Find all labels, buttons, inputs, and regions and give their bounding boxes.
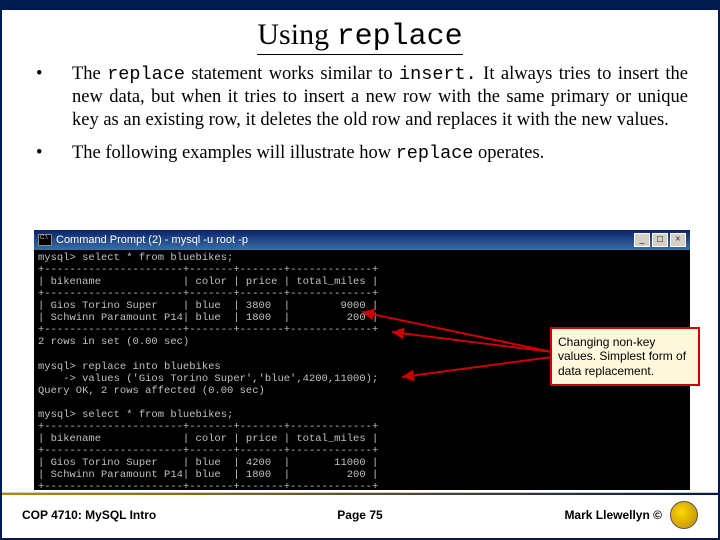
text-mono: insert. bbox=[399, 64, 477, 85]
content-area: • The replace statement works similar to… bbox=[2, 59, 718, 166]
footer-author: Mark Llewellyn © bbox=[564, 508, 662, 522]
bullet-1: • The replace statement works similar to… bbox=[32, 63, 688, 132]
minimize-button[interactable]: _ bbox=[634, 233, 650, 247]
bullet-mark: • bbox=[32, 142, 72, 165]
footer-left: COP 4710: MySQL Intro bbox=[22, 508, 247, 522]
text-frag: statement works similar to bbox=[185, 64, 399, 84]
close-button[interactable]: × bbox=[670, 233, 686, 247]
slide-title: Using replace bbox=[2, 10, 718, 59]
title-text: Using bbox=[257, 18, 336, 51]
title-mono: replace bbox=[337, 20, 463, 54]
text-frag: The bbox=[72, 64, 107, 84]
bullet-2-text: The following examples will illustrate h… bbox=[72, 142, 688, 165]
footer-page: Page 75 bbox=[247, 508, 472, 522]
cmd-icon bbox=[38, 234, 52, 246]
ucf-logo-icon bbox=[670, 501, 698, 529]
bullet-mark: • bbox=[32, 63, 72, 132]
terminal-titlebar: Command Prompt (2) - mysql -u root -p _ … bbox=[34, 230, 690, 250]
text-frag: operates. bbox=[473, 143, 544, 163]
footer: COP 4710: MySQL Intro Page 75 Mark Llewe… bbox=[2, 492, 718, 538]
text-frag: The following examples will illustrate h… bbox=[72, 143, 396, 163]
bullet-2: • The following examples will illustrate… bbox=[32, 142, 688, 165]
text-mono: replace bbox=[396, 143, 474, 164]
window-controls: _ □ × bbox=[634, 233, 686, 247]
slide: Using replace • The replace statement wo… bbox=[0, 0, 720, 540]
terminal-title: Command Prompt (2) - mysql -u root -p bbox=[56, 234, 248, 246]
callout-box: Changing non-key values. Simplest form o… bbox=[550, 327, 700, 386]
text-mono: replace bbox=[107, 64, 185, 85]
top-accent-bar bbox=[2, 2, 718, 10]
bullet-1-text: The replace statement works similar to i… bbox=[72, 63, 688, 132]
maximize-button[interactable]: □ bbox=[652, 233, 668, 247]
